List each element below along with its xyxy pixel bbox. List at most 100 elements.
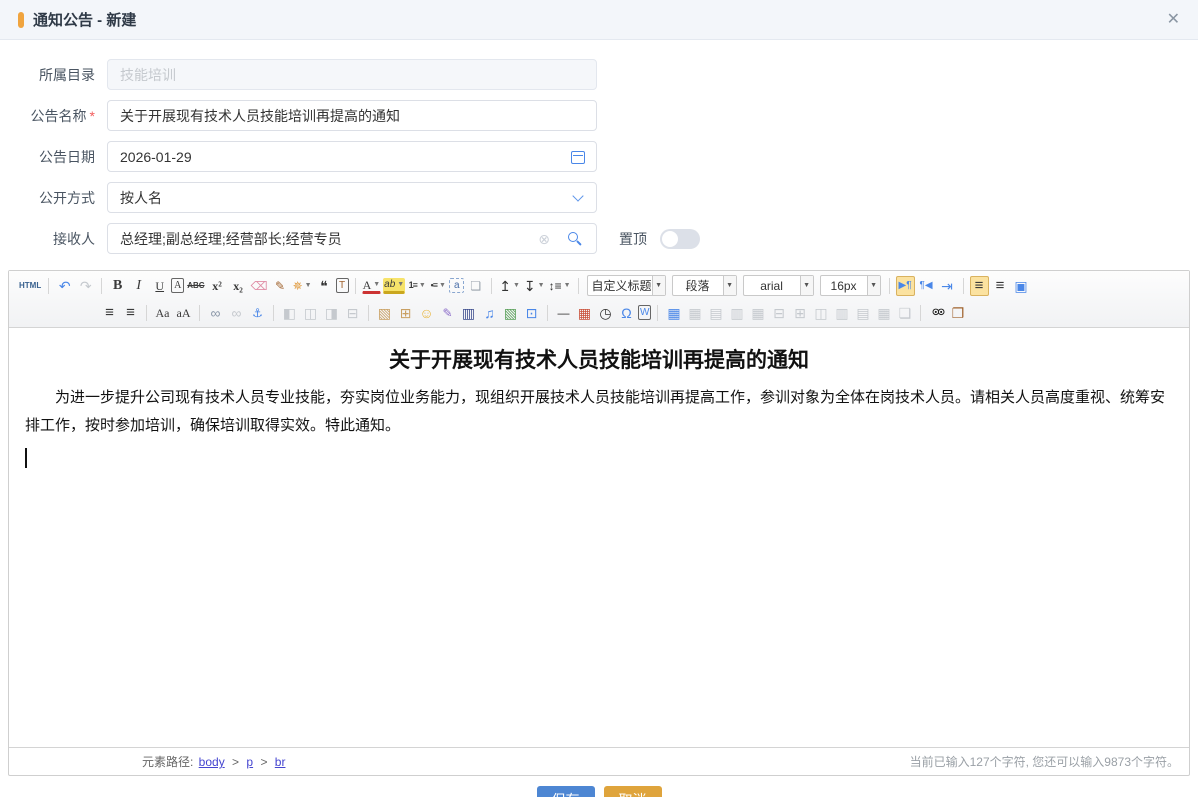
strikethrough-icon[interactable]: ABC bbox=[186, 276, 205, 296]
unlink-icon[interactable]: ∞ bbox=[227, 303, 246, 323]
custom-title-select[interactable]: 自定义标题▼ bbox=[587, 275, 666, 296]
sort-table-icon[interactable]: ▦ bbox=[874, 303, 893, 323]
merge-cells-icon[interactable]: ◫ bbox=[811, 303, 830, 323]
delete-table-icon[interactable]: ▦ bbox=[685, 303, 704, 323]
rtl-icon[interactable]: ¶◀ bbox=[917, 276, 936, 296]
superscript-icon[interactable]: x² bbox=[208, 276, 227, 296]
element-path-p-link[interactable]: p bbox=[246, 755, 253, 769]
clear-icon[interactable]: ⊗ bbox=[538, 232, 550, 246]
image-inline-icon[interactable]: ⊟ bbox=[343, 303, 362, 323]
cancel-button[interactable]: 取消 bbox=[604, 786, 662, 797]
element-path-body-link[interactable]: body bbox=[199, 755, 225, 769]
font-size-select[interactable]: 16px▼ bbox=[820, 275, 881, 296]
dropdown-arrow-icon[interactable]: ▼ bbox=[723, 276, 736, 295]
element-path-br-link[interactable]: br bbox=[275, 755, 286, 769]
dropdown-arrow-icon[interactable]: ▼ bbox=[652, 276, 665, 295]
bold-icon[interactable]: B bbox=[108, 276, 127, 296]
select-all-icon[interactable]: a bbox=[449, 278, 464, 293]
uppercase-icon[interactable]: Aa bbox=[153, 303, 172, 323]
indent-icon[interactable]: ⇥ bbox=[938, 276, 957, 296]
spacing-bottom-icon[interactable]: ↧▼ bbox=[523, 276, 546, 296]
paste-icon[interactable]: ❐ bbox=[948, 303, 967, 323]
align-left-icon[interactable]: ≡ bbox=[970, 276, 989, 296]
toolbar-row-2: ≡≡AaaA∞∞⚓◧◫◨⊟▧⊞☺✎▥♫▧⊡—▦◷ΩW▦▦▤▥▦⊟⊞◫▥▤▦❏⊙⊙… bbox=[13, 299, 1185, 326]
preview-icon[interactable]: ▣ bbox=[1012, 276, 1031, 296]
scrawl-icon[interactable]: ✎ bbox=[438, 303, 457, 323]
ordered-list-icon[interactable]: 1≡▼ bbox=[407, 276, 426, 296]
anchor-icon[interactable]: ⚓ bbox=[248, 303, 267, 323]
recipients-label: 接收人 bbox=[0, 229, 95, 249]
time-icon[interactable]: ◷ bbox=[596, 303, 615, 323]
image-album-icon[interactable]: ⊞ bbox=[396, 303, 415, 323]
lowercase-icon[interactable]: aA bbox=[174, 303, 193, 323]
paragraph-select[interactable]: 段落▼ bbox=[672, 275, 737, 296]
highlight-color-icon[interactable]: ab▼ bbox=[383, 278, 405, 294]
insert-image-icon[interactable]: ▧ bbox=[375, 303, 394, 323]
name-field[interactable]: 关于开展现有技术人员技能培训再提高的通知 bbox=[107, 100, 597, 131]
paste-text-icon[interactable]: T bbox=[336, 278, 349, 293]
align-right-icon[interactable]: ≡ bbox=[100, 303, 119, 323]
close-icon[interactable]: ✕ bbox=[1167, 12, 1180, 28]
ltr-icon[interactable]: ▶¶ bbox=[896, 276, 915, 296]
image-right-icon[interactable]: ◨ bbox=[322, 303, 341, 323]
music-icon[interactable]: ♫ bbox=[480, 303, 499, 323]
insert-row-icon[interactable]: ▥ bbox=[727, 303, 746, 323]
video-icon[interactable]: ▥ bbox=[459, 303, 478, 323]
font-family-select[interactable]: arial▼ bbox=[743, 275, 814, 296]
delete-col-icon[interactable]: ⊞ bbox=[790, 303, 809, 323]
insert-table-icon[interactable]: ▦ bbox=[664, 303, 683, 323]
dropdown-arrow-icon[interactable]: ▼ bbox=[867, 276, 880, 295]
auto-typeset-icon[interactable]: ✵▼ bbox=[292, 276, 313, 296]
date-field[interactable]: 2026-01-29 bbox=[107, 141, 597, 172]
table-header-icon[interactable]: ▤ bbox=[853, 303, 872, 323]
split-cells-icon[interactable]: ▥ bbox=[832, 303, 851, 323]
table-title-icon[interactable]: ▤ bbox=[706, 303, 725, 323]
dropdown-caret-icon: ▼ bbox=[439, 282, 445, 289]
form-row-recipients: 接收人 总经理;副总经理;经营部长;经营专员 ⊗ 置顶 bbox=[0, 223, 1198, 254]
link-icon[interactable]: ∞ bbox=[206, 303, 225, 323]
pin-toggle[interactable] bbox=[660, 229, 700, 249]
toolbar-separator bbox=[48, 278, 49, 294]
align-justify-icon[interactable]: ≡ bbox=[121, 303, 140, 323]
dropdown-arrow-icon[interactable]: ▼ bbox=[800, 276, 813, 295]
screenshot-icon[interactable]: ⊡ bbox=[522, 303, 541, 323]
spacing-top-icon[interactable]: ↥▼ bbox=[498, 276, 521, 296]
insert-map-icon[interactable]: ▧ bbox=[501, 303, 520, 323]
eraser-icon[interactable]: ⌫ bbox=[250, 276, 269, 296]
blockquote-icon[interactable]: ❝ bbox=[315, 276, 334, 296]
redo-icon[interactable]: ↷ bbox=[76, 276, 95, 296]
doc-template-icon[interactable]: ❏ bbox=[895, 303, 914, 323]
visibility-select[interactable]: 按人名 bbox=[107, 182, 597, 213]
path-separator: > bbox=[232, 755, 239, 769]
insert-col-icon[interactable]: ▦ bbox=[748, 303, 767, 323]
image-left-icon[interactable]: ◧ bbox=[280, 303, 299, 323]
name-value: 关于开展现有技术人员技能培训再提高的通知 bbox=[120, 106, 400, 126]
find-replace-icon[interactable]: ⊙⊙ bbox=[927, 303, 946, 323]
font-color-icon[interactable]: A▼ bbox=[362, 278, 382, 294]
subscript-icon[interactable]: x₂ bbox=[229, 276, 248, 296]
editor-content-area[interactable]: 关于开展现有技术人员技能培训再提高的通知 为进一步提升公司现有技术人员专业技能，… bbox=[9, 328, 1189, 747]
italic-icon[interactable]: I bbox=[129, 276, 148, 296]
date-icon[interactable]: ▦ bbox=[575, 303, 594, 323]
image-center-icon[interactable]: ◫ bbox=[301, 303, 320, 323]
clear-doc-icon[interactable]: ❏ bbox=[466, 276, 485, 296]
line-height-icon[interactable]: ↕≡▼ bbox=[548, 276, 572, 296]
special-char-icon[interactable]: Ω bbox=[617, 303, 636, 323]
calendar-icon[interactable] bbox=[571, 151, 585, 164]
hr-icon[interactable]: — bbox=[554, 303, 573, 323]
underline-icon[interactable]: U bbox=[150, 276, 169, 296]
save-button[interactable]: 保存 bbox=[537, 786, 595, 797]
undo-icon[interactable]: ↶ bbox=[55, 276, 74, 296]
unordered-list-icon[interactable]: •≡▼ bbox=[428, 276, 447, 296]
align-center-icon[interactable]: ≡ bbox=[991, 276, 1010, 296]
html-source-icon[interactable]: HTML bbox=[18, 276, 42, 296]
emotion-icon[interactable]: ☺ bbox=[417, 303, 436, 323]
word-image-icon[interactable]: W bbox=[638, 305, 651, 320]
format-brush-icon[interactable]: ✎ bbox=[271, 276, 290, 296]
recipients-field[interactable]: 总经理;副总经理;经营部长;经营专员 ⊗ bbox=[107, 223, 597, 254]
font-border-icon[interactable]: A bbox=[171, 278, 184, 293]
editor-statusbar: 元素路径: body > p > br 当前已输入127个字符, 您还可以输入9… bbox=[9, 747, 1189, 775]
search-icon[interactable] bbox=[568, 232, 578, 242]
delete-row-icon[interactable]: ⊟ bbox=[769, 303, 788, 323]
content-body: 为进一步提升公司现有技术人员专业技能，夯实岗位业务能力，现组织开展技术人员技能培… bbox=[25, 384, 1173, 440]
